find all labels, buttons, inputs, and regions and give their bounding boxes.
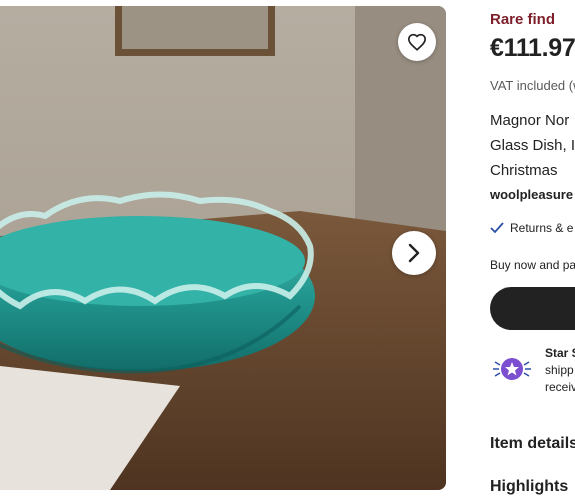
listing-title-line: Glass Dish, I — [490, 137, 575, 154]
returns-info: Returns & e — [490, 221, 573, 235]
check-icon — [490, 222, 504, 234]
listing-title: Magnor Nor Glass Dish, I Christmas — [490, 108, 575, 183]
star-seller-info: Star S shipp receiv — [490, 345, 575, 395]
rare-find-badge: Rare find — [490, 11, 556, 28]
listing-info-panel: Rare find €111.97 VAT included (w Magnor… — [490, 0, 575, 498]
listing-title-line: Magnor Nor — [490, 112, 570, 129]
item-details-heading[interactable]: Item details — [490, 435, 575, 453]
star-seller-text: Star S shipp receiv — [545, 345, 575, 396]
vat-note: VAT included (w — [490, 78, 575, 93]
heart-icon — [407, 33, 427, 51]
highlights-heading[interactable]: Highlights — [490, 478, 568, 496]
listing-image[interactable] — [0, 6, 446, 490]
buy-it-now-button[interactable] — [490, 287, 575, 330]
favorite-button[interactable] — [398, 23, 436, 61]
price: €111.97 — [490, 34, 575, 62]
returns-label: Returns & e — [510, 221, 574, 235]
chevron-right-icon — [408, 243, 420, 263]
star-seller-line: receiv — [545, 380, 575, 394]
star-seller-line: shipp — [545, 363, 574, 377]
next-image-button[interactable] — [392, 231, 436, 275]
buy-now-text: Buy now and pa — [490, 258, 575, 272]
glass-dish-photo — [0, 6, 446, 490]
star-seller-badge-icon — [493, 358, 531, 380]
shop-name-link[interactable]: woolpleasure — [490, 187, 573, 202]
star-seller-title: Star S — [545, 346, 575, 360]
listing-title-line: Christmas — [490, 162, 558, 179]
